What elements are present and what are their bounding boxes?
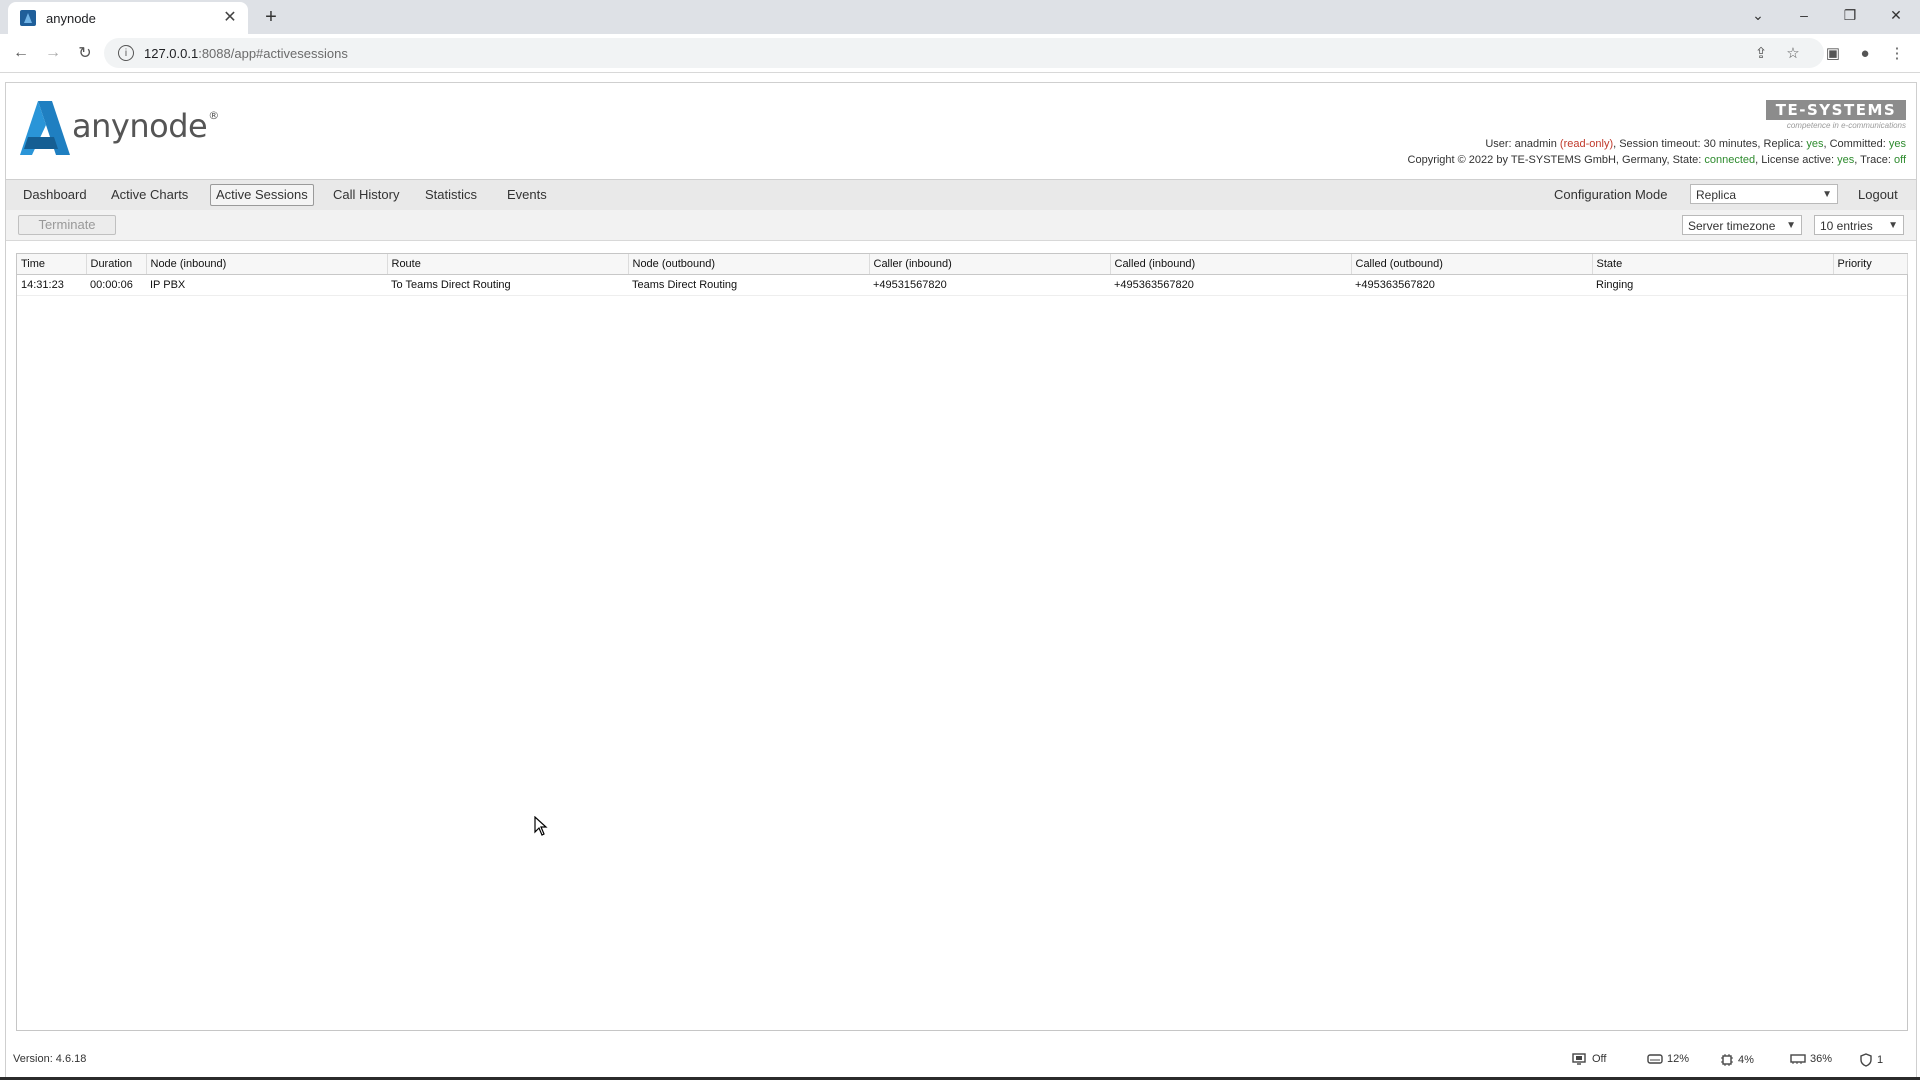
browser-tabbar: anynode ✕ + ⌄ – ❐ ✕	[0, 0, 1920, 34]
monitor-icon	[1572, 1053, 1586, 1065]
anynode-logo-icon	[20, 101, 70, 155]
mouse-cursor-icon	[534, 816, 548, 836]
sessions-table-container[interactable]: Time Duration Node (inbound) Route Node …	[16, 253, 1908, 1031]
configuration-mode-value: Replica	[1696, 188, 1737, 202]
side-panel-icon[interactable]: ▣	[1822, 42, 1844, 64]
profile-icon[interactable]: ●	[1854, 42, 1876, 64]
app-header: anynode® TE-SYSTEMS competence in e-comm…	[6, 83, 1916, 179]
cpu-status: 4%	[1720, 1053, 1754, 1067]
entries-select[interactable]: 10 entries ▼	[1814, 215, 1904, 235]
nav-active-sessions[interactable]: Active Sessions	[210, 184, 314, 206]
timezone-value: Server timezone	[1688, 219, 1776, 233]
shield-status-value: 1	[1877, 1054, 1884, 1066]
configuration-mode-select[interactable]: Replica ▼	[1690, 184, 1838, 204]
disk-status-value: 12%	[1667, 1053, 1690, 1065]
tab-title: anynode	[46, 10, 96, 26]
memory-status: 36%	[1790, 1053, 1832, 1065]
forward-icon[interactable]: →	[40, 40, 66, 66]
entries-value: 10 entries	[1820, 219, 1873, 233]
bookmark-star-icon[interactable]: ☆	[1782, 42, 1804, 64]
cell-duration: 00:00:06	[86, 274, 146, 296]
cpu-icon	[1721, 1054, 1733, 1066]
cell-called-inbound: +495363567820	[1110, 274, 1351, 296]
browser-tab[interactable]: anynode ✕	[8, 2, 248, 34]
shield-status: 1	[1859, 1053, 1883, 1067]
cpu-status-value: 4%	[1738, 1054, 1754, 1066]
column-header-called-inbound[interactable]: Called (inbound)	[1110, 254, 1352, 275]
cell-state: Ringing	[1592, 274, 1833, 296]
monitor-status-value: Off	[1592, 1053, 1607, 1065]
minimize-icon[interactable]: –	[1784, 0, 1824, 30]
shield-icon	[1860, 1053, 1872, 1067]
url-text[interactable]: 127.0.0.1:8088/app#activesessions	[144, 46, 348, 61]
te-systems-tagline: competence in e-communications	[1786, 121, 1906, 130]
anynode-favicon-icon	[20, 10, 36, 26]
new-tab-icon[interactable]: +	[260, 6, 282, 28]
back-icon[interactable]: ←	[8, 40, 34, 66]
nav-statistics[interactable]: Statistics	[420, 185, 482, 205]
site-info-icon[interactable]: i	[118, 45, 134, 61]
cell-route: To Teams Direct Routing	[387, 274, 628, 296]
chevron-down-icon: ▼	[1786, 220, 1796, 231]
nav-events[interactable]: Events	[502, 185, 552, 205]
reload-icon[interactable]: ↻	[72, 40, 98, 66]
cell-priority	[1833, 274, 1907, 296]
app-frame: anynode® TE-SYSTEMS competence in e-comm…	[5, 82, 1917, 1078]
chevron-down-icon: ▼	[1822, 189, 1832, 200]
column-header-node-outbound[interactable]: Node (outbound)	[628, 254, 870, 275]
memory-status-value: 36%	[1810, 1053, 1833, 1065]
main-navbar: Dashboard Active Charts Active Sessions …	[6, 179, 1916, 211]
timezone-select[interactable]: Server timezone ▼	[1682, 215, 1802, 235]
cell-node-outbound: Teams Direct Routing	[628, 274, 869, 296]
cell-called-outbound: +495363567820	[1351, 274, 1592, 296]
table-row[interactable]: 14:31:23 00:00:06 IP PBX To Teams Direct…	[17, 274, 1907, 296]
configuration-mode-label: Configuration Mode	[1554, 187, 1668, 202]
nav-active-charts[interactable]: Active Charts	[106, 185, 193, 205]
te-systems-logo: TE-SYSTEMS	[1766, 100, 1906, 120]
column-header-caller-inbound[interactable]: Caller (inbound)	[869, 254, 1111, 275]
logout-link[interactable]: Logout	[1858, 185, 1898, 205]
status-bar: Version: 4.6.18 Off 12% 4% 36% 1	[6, 1041, 1916, 1077]
column-header-duration[interactable]: Duration	[86, 254, 147, 275]
cell-node-inbound: IP PBX	[146, 274, 387, 296]
column-header-time[interactable]: Time	[17, 254, 87, 275]
tab-search-icon[interactable]: ⌄	[1738, 0, 1778, 30]
memory-icon	[1790, 1054, 1806, 1064]
menu-kebab-icon[interactable]: ⋮	[1886, 42, 1908, 64]
close-tab-icon[interactable]: ✕	[222, 10, 238, 26]
column-header-called-outbound[interactable]: Called (outbound)	[1351, 254, 1593, 275]
session-info: User: anadmin (read-only), Session timeo…	[1485, 138, 1906, 150]
cell-caller-inbound: +49531567820	[869, 274, 1110, 296]
address-bar[interactable]: i 127.0.0.1:8088/app#activesessions	[104, 38, 1824, 68]
nav-dashboard[interactable]: Dashboard	[18, 185, 92, 205]
browser-toolbar: ← → ↻ i 127.0.0.1:8088/app#activesession…	[0, 34, 1920, 73]
cell-time: 14:31:23	[17, 274, 86, 296]
version-label: Version: 4.6.18	[13, 1053, 87, 1065]
anynode-logo-text: anynode®	[72, 107, 219, 145]
column-header-state[interactable]: State	[1592, 254, 1834, 275]
action-bar: Terminate Server timezone ▼ 10 entries ▼	[6, 210, 1916, 241]
share-icon[interactable]: ⇪	[1750, 42, 1772, 64]
table-header-row: Time Duration Node (inbound) Route Node …	[17, 254, 1908, 275]
disk-status: 12%	[1647, 1053, 1689, 1065]
column-header-priority[interactable]: Priority	[1833, 254, 1908, 275]
column-header-node-inbound[interactable]: Node (inbound)	[146, 254, 388, 275]
sessions-table: Time Duration Node (inbound) Route Node …	[17, 254, 1908, 296]
copyright-info: Copyright © 2022 by TE-SYSTEMS GmbH, Ger…	[1407, 154, 1906, 166]
nav-call-history[interactable]: Call History	[328, 185, 404, 205]
column-header-route[interactable]: Route	[387, 254, 629, 275]
close-window-icon[interactable]: ✕	[1876, 0, 1916, 30]
disk-icon	[1647, 1054, 1663, 1064]
monitor-status: Off	[1572, 1053, 1606, 1065]
chevron-down-icon: ▼	[1888, 220, 1898, 231]
terminate-button[interactable]: Terminate	[18, 215, 116, 235]
restore-icon[interactable]: ❐	[1830, 0, 1870, 30]
